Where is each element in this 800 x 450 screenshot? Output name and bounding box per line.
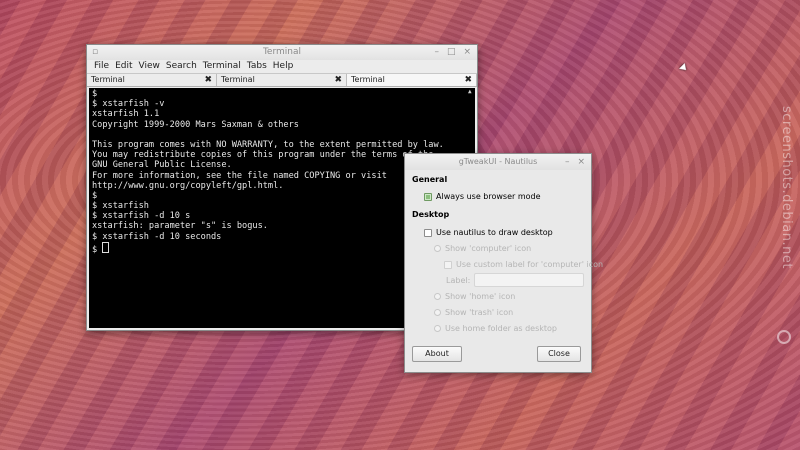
draw-desktop-option[interactable]: Use nautilus to draw desktop: [424, 228, 553, 237]
custom-label-checkbox[interactable]: [444, 260, 452, 269]
tab-label: Terminal: [221, 75, 255, 84]
show-computer-option[interactable]: Show 'computer' icon: [434, 244, 531, 253]
home-as-desktop-label: Use home folder as desktop: [445, 324, 557, 333]
mouse-pointer-icon: [679, 63, 689, 73]
tab-label: Terminal: [351, 75, 385, 84]
browser-mode-label: Always use browser mode: [436, 192, 541, 201]
terminal-prompt: $: [92, 244, 103, 255]
terminal-line: $ xstarfish -v: [92, 99, 165, 110]
minimize-button[interactable]: –: [434, 45, 439, 60]
show-home-option[interactable]: Show 'home' icon: [434, 292, 515, 301]
custom-label-option[interactable]: Use custom label for 'computer' icon: [444, 260, 603, 269]
terminal-menubar: File Edit View Search Terminal Tabs Help: [87, 60, 477, 73]
close-button[interactable]: ×: [463, 45, 471, 60]
terminal-title: Terminal: [262, 47, 302, 57]
menu-help[interactable]: Help: [272, 60, 295, 73]
tab-terminal-2[interactable]: Terminal ✖: [217, 74, 347, 86]
close-dialog-button[interactable]: Close: [537, 346, 581, 362]
desktop-heading: Desktop: [412, 210, 450, 219]
show-trash-radio[interactable]: [434, 309, 441, 316]
menu-tabs[interactable]: Tabs: [246, 60, 268, 73]
tab-close-icon[interactable]: ✖: [464, 74, 472, 86]
menu-view[interactable]: View: [138, 60, 161, 73]
terminal-titlebar[interactable]: Terminal ▫ – □ ×: [87, 45, 477, 60]
watermark-logo-icon: [777, 330, 791, 344]
label-caption: Label:: [446, 276, 470, 285]
terminal-tabbar: Terminal ✖ Terminal ✖ Terminal ✖: [87, 73, 477, 87]
close-button[interactable]: ×: [577, 154, 585, 170]
menu-search[interactable]: Search: [165, 60, 198, 73]
show-home-radio[interactable]: [434, 293, 441, 300]
scroll-up-icon[interactable]: ▲: [468, 89, 474, 95]
gtweakui-titlebar[interactable]: gTweakUI - Nautilus – ×: [405, 154, 591, 170]
tab-terminal-3[interactable]: Terminal ✖: [347, 74, 477, 86]
watermark: screenshots.debian.net: [779, 106, 794, 346]
menu-terminal[interactable]: Terminal: [202, 60, 242, 73]
general-heading: General: [412, 175, 448, 184]
gtweakui-title: gTweakUI - Nautilus: [458, 157, 538, 166]
menu-edit[interactable]: Edit: [114, 60, 133, 73]
show-trash-label: Show 'trash' icon: [445, 308, 514, 317]
show-trash-option[interactable]: Show 'trash' icon: [434, 308, 513, 317]
home-as-desktop-option[interactable]: Use home folder as desktop: [434, 324, 557, 333]
draw-desktop-checkbox[interactable]: [424, 228, 432, 237]
show-computer-radio[interactable]: [434, 245, 441, 252]
terminal-line: This program comes with NO WARRANTY, to …: [92, 139, 444, 150]
menu-file[interactable]: File: [93, 60, 110, 73]
tab-close-icon[interactable]: ✖: [334, 74, 342, 86]
home-as-desktop-radio[interactable]: [434, 325, 441, 332]
terminal-line: Copyright 1999-2000 Mars Saxman & others: [92, 119, 299, 130]
tab-terminal-1[interactable]: Terminal ✖: [87, 74, 217, 86]
about-button[interactable]: About: [412, 346, 462, 362]
computer-label-input[interactable]: [474, 273, 584, 287]
tab-label: Terminal: [91, 75, 125, 84]
browser-mode-checkbox[interactable]: [424, 192, 432, 201]
watermark-text: screenshots.debian.net: [779, 106, 794, 269]
text-cursor-icon: [102, 241, 110, 253]
window-menu-icon[interactable]: ▫: [92, 45, 98, 60]
show-home-label: Show 'home' icon: [445, 292, 516, 301]
tab-close-icon[interactable]: ✖: [204, 74, 212, 86]
terminal-line: xstarfish 1.1: [92, 109, 160, 120]
maximize-button[interactable]: □: [447, 45, 456, 60]
terminal-line: $: [92, 89, 98, 99]
draw-desktop-label: Use nautilus to draw desktop: [436, 228, 553, 237]
show-computer-label: Show 'computer' icon: [445, 244, 532, 253]
browser-mode-option[interactable]: Always use browser mode: [424, 192, 541, 201]
minimize-button[interactable]: –: [565, 154, 570, 170]
custom-label-label: Use custom label for 'computer' icon: [456, 260, 604, 269]
label-caption-text: Label:: [446, 276, 471, 285]
